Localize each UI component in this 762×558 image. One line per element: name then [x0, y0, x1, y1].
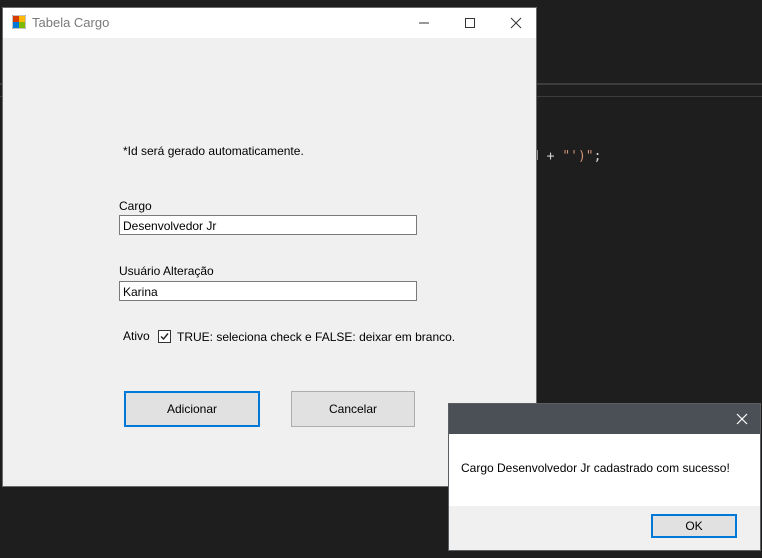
- adicionar-button[interactable]: Adicionar: [124, 391, 260, 427]
- ok-button[interactable]: OK: [651, 514, 737, 538]
- code-string: "')": [562, 149, 594, 164]
- minimize-icon: [419, 22, 429, 24]
- close-icon: [736, 413, 748, 425]
- cargo-input[interactable]: Desenvolvedor Jr: [119, 215, 417, 235]
- window-title: Tabela Cargo: [32, 15, 110, 30]
- message-text: Cargo Desenvolvedor Jr cadastrado com su…: [461, 461, 730, 475]
- code-text: ;: [593, 149, 602, 164]
- maximize-icon: [465, 18, 475, 28]
- cargo-label: Cargo: [119, 199, 152, 213]
- message-box: Cargo Desenvolvedor Jr cadastrado com su…: [448, 403, 761, 551]
- app-form-icon: [12, 15, 26, 29]
- ativo-checkbox[interactable]: [158, 330, 171, 343]
- window-titlebar[interactable]: Tabela Cargo: [3, 8, 536, 38]
- code-line: d + "')";: [531, 149, 601, 164]
- close-icon: [510, 17, 522, 29]
- maximize-button[interactable]: [447, 8, 493, 38]
- close-button[interactable]: [493, 8, 539, 38]
- usuario-alteracao-label: Usuário Alteração: [119, 264, 214, 278]
- message-box-close-button[interactable]: [724, 404, 760, 434]
- minimize-button[interactable]: [401, 8, 447, 38]
- id-auto-note: *Id será gerado automaticamente.: [123, 144, 304, 158]
- checkmark-icon: [160, 333, 169, 341]
- message-box-titlebar[interactable]: [449, 404, 760, 434]
- ativo-hint: TRUE: seleciona check e FALSE: deixar em…: [177, 330, 456, 344]
- ativo-label: Ativo: [123, 329, 150, 343]
- message-box-body: Cargo Desenvolvedor Jr cadastrado com su…: [449, 434, 760, 506]
- usuario-alteracao-input[interactable]: Karina: [119, 281, 417, 301]
- cancelar-button[interactable]: Cancelar: [291, 391, 415, 427]
